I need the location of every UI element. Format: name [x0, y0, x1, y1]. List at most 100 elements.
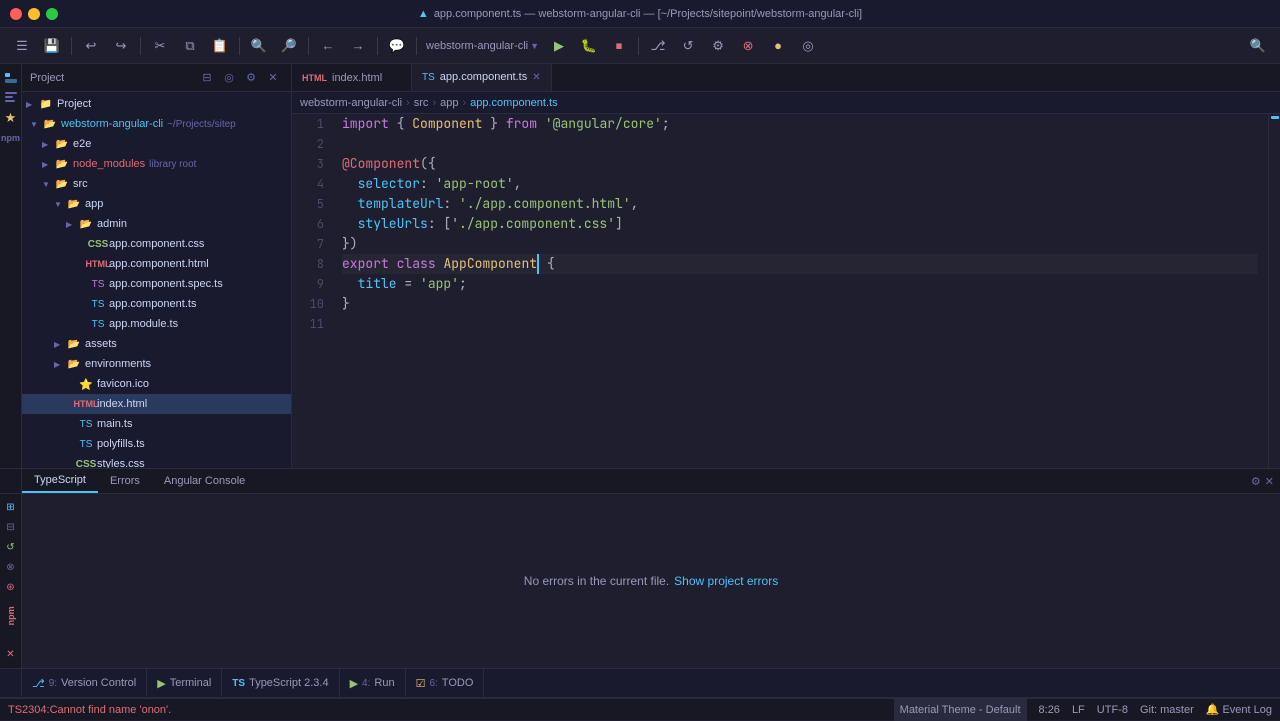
- status-cursor[interactable]: 8:26: [1039, 704, 1060, 716]
- scroll-from-source-btn[interactable]: ◎: [219, 68, 239, 88]
- tree-app-html[interactable]: ▶ HTML app.component.html: [22, 254, 291, 274]
- cut-btn[interactable]: ✂: [146, 33, 174, 59]
- run-config-dropdown[interactable]: webstorm-angular-cli ▼: [422, 33, 543, 59]
- maximize-button[interactable]: [46, 8, 58, 20]
- bottom-main-content: No errors in the current file. Show proj…: [22, 494, 1280, 668]
- replace-btn[interactable]: 🔎: [275, 33, 303, 59]
- tree-styles-css[interactable]: ▶ CSS styles.css: [22, 454, 291, 468]
- favorites-panel-icon[interactable]: ★: [2, 109, 20, 127]
- statusbar-tab-vcs[interactable]: ⎇ 9: Version Control: [22, 669, 147, 697]
- redo-btn[interactable]: ↪: [107, 33, 135, 59]
- status-git[interactable]: Git: master: [1140, 704, 1194, 716]
- code-content[interactable]: 1 2 3 4 5 6 7 8 9 10 11 import {: [292, 114, 1280, 468]
- tree-item-label: app.component.css: [109, 238, 204, 250]
- code-token: AppComponent: [443, 254, 537, 274]
- tree-node-modules[interactable]: ▶ 📂 node_modules library root: [22, 154, 291, 174]
- tab-close-btn[interactable]: ✕: [532, 72, 540, 83]
- coverage-btn[interactable]: ⊗: [734, 33, 762, 59]
- side-icon-4[interactable]: ⊗: [2, 559, 20, 576]
- undo-btn[interactable]: ↩: [77, 33, 105, 59]
- tree-app-css[interactable]: ▶ CSS app.component.css: [22, 234, 291, 254]
- tree-src[interactable]: ▼ 📂 src: [22, 174, 291, 194]
- tree-app-ts[interactable]: ▶ TS app.component.ts: [22, 294, 291, 314]
- statusbar-tab-typescript[interactable]: TS TypeScript 2.3.4: [222, 669, 339, 697]
- statusbar-tab-run[interactable]: ▶ 4: Run: [340, 669, 406, 697]
- bottom-tab-angular[interactable]: Angular Console: [152, 469, 257, 493]
- side-icon-2[interactable]: ⊟: [2, 519, 20, 536]
- forward-btn[interactable]: →: [344, 33, 372, 59]
- ts-icon: TS: [232, 678, 245, 689]
- code-area[interactable]: import { Component } from '@angular/core…: [332, 114, 1268, 468]
- statusbar-tab-todo[interactable]: ☑ 6: TODO: [406, 669, 485, 697]
- tree-polyfills[interactable]: ▶ TS polyfills.ts: [22, 434, 291, 454]
- tab-app-component-ts[interactable]: TS app.component.ts ✕: [412, 64, 552, 91]
- status-event-log[interactable]: 🔔 Event Log: [1206, 703, 1272, 716]
- debug-btn[interactable]: 🐛: [575, 33, 603, 59]
- tree-environments[interactable]: ▶ 📂 environments: [22, 354, 291, 374]
- divider-5: [377, 37, 378, 55]
- tab-index-html[interactable]: HTML index.html: [292, 64, 412, 91]
- breadcrumb-file[interactable]: app.component.ts: [470, 97, 557, 109]
- tree-app-module[interactable]: ▶ TS app.module.ts: [22, 314, 291, 334]
- status-encoding[interactable]: UTF-8: [1097, 704, 1128, 716]
- tree-favicon[interactable]: ▶ ⭐ favicon.ico: [22, 374, 291, 394]
- search-everywhere-btn[interactable]: 🔍: [1244, 33, 1272, 59]
- extras-btn[interactable]: ◎: [794, 33, 822, 59]
- statusbar-tab-terminal[interactable]: ▶ Terminal: [147, 669, 222, 697]
- tree-project[interactable]: ▶ 📁 Project: [22, 94, 291, 114]
- tree-admin[interactable]: ▶ 📂 admin: [22, 214, 291, 234]
- save-btn[interactable]: 💾: [38, 33, 66, 59]
- run-label: Run: [374, 677, 394, 689]
- side-icon-3[interactable]: ↺: [2, 539, 20, 556]
- tree-e2e[interactable]: ▶ 📂 e2e: [22, 134, 291, 154]
- tree-app-spec[interactable]: ▶ TS app.component.spec.ts: [22, 274, 291, 294]
- structure-panel-icon[interactable]: [2, 89, 20, 107]
- project-panel-icon[interactable]: [2, 69, 20, 87]
- breadcrumb-src[interactable]: src: [414, 97, 429, 109]
- tree-index-html[interactable]: ▶ HTML index.html: [22, 394, 291, 414]
- breadcrumb-app[interactable]: app: [440, 97, 458, 109]
- line-num-4: 4: [300, 174, 324, 194]
- menu-btn[interactable]: ☰: [8, 33, 36, 59]
- bottom-tab-errors[interactable]: Errors: [98, 469, 152, 493]
- stop-btn[interactable]: ⏹: [605, 33, 633, 59]
- copy-btn[interactable]: ⧉: [176, 33, 204, 59]
- status-theme[interactable]: Material Theme - Default: [894, 699, 1027, 721]
- npm-panel-icon[interactable]: npm: [2, 129, 20, 147]
- arrow-icon: ▶: [54, 360, 66, 369]
- bottom-tab-typescript[interactable]: TypeScript: [22, 469, 98, 493]
- settings-gear-btn[interactable]: ⚙: [241, 68, 261, 88]
- vcs-btn[interactable]: ⎇: [644, 33, 672, 59]
- code-token: styleUrls: [358, 214, 428, 234]
- tree-root-folder[interactable]: ▼ 📂 webstorm-angular-cli ~/Projects/site…: [22, 114, 291, 134]
- update-btn[interactable]: ↺: [674, 33, 702, 59]
- bottom-expand-icon[interactable]: ✕: [1265, 475, 1274, 488]
- bottom-settings-icon[interactable]: ⚙: [1251, 475, 1261, 488]
- tree-item-label: app.component.html: [109, 258, 209, 270]
- close-button[interactable]: [10, 8, 22, 20]
- breadcrumb-webstorm[interactable]: webstorm-angular-cli: [300, 97, 402, 109]
- editor-row: ★ npm Project ⊟ ◎ ⚙ ✕ ▶ 📁 Project: [0, 64, 1280, 468]
- side-icon-5[interactable]: ⊛: [2, 579, 20, 596]
- close-panel-btn[interactable]: ✕: [263, 68, 283, 88]
- minimize-button[interactable]: [28, 8, 40, 20]
- settings-btn[interactable]: ⚙: [704, 33, 732, 59]
- run-btn[interactable]: ▶: [545, 33, 573, 59]
- paste-btn[interactable]: 📋: [206, 33, 234, 59]
- status-lf[interactable]: LF: [1072, 704, 1085, 716]
- vcs-num: 9:: [49, 678, 57, 689]
- side-icon-npm[interactable]: npm: [2, 602, 20, 630]
- side-icon-1[interactable]: ⊞: [2, 499, 20, 516]
- find-btn[interactable]: 🔍: [245, 33, 273, 59]
- status-right: Material Theme - Default 8:26 LF UTF-8 G…: [894, 699, 1272, 721]
- back-btn[interactable]: ←: [314, 33, 342, 59]
- show-errors-link[interactable]: Show project errors: [674, 574, 778, 588]
- tree-app[interactable]: ▼ 📂 app: [22, 194, 291, 214]
- comment-btn[interactable]: 💬: [383, 33, 411, 59]
- tree-assets[interactable]: ▶ 📂 assets: [22, 334, 291, 354]
- profiler-btn[interactable]: ●: [764, 33, 792, 59]
- tree-main-ts[interactable]: ▶ TS main.ts: [22, 414, 291, 434]
- arrow-icon: ▶: [54, 340, 66, 349]
- side-icon-close[interactable]: ✕: [2, 646, 20, 663]
- collapse-all-btn[interactable]: ⊟: [197, 68, 217, 88]
